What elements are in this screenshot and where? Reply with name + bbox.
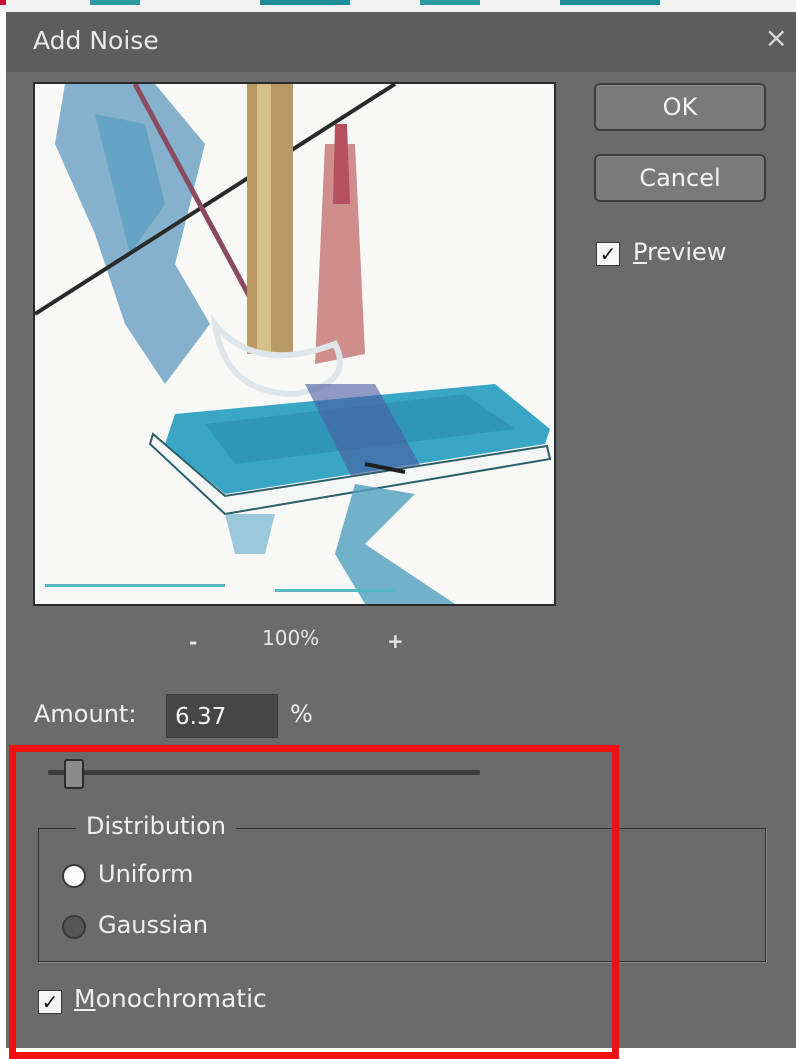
zoom-out-button[interactable]: - xyxy=(189,630,197,654)
zoom-in-button[interactable]: + xyxy=(387,629,404,653)
monochromatic-access-key: M xyxy=(74,984,96,1013)
uniform-radio[interactable] xyxy=(62,864,86,888)
close-icon[interactable]: × xyxy=(765,22,788,54)
preview-label-rest: review xyxy=(647,238,727,266)
preview-label[interactable]: Preview xyxy=(633,238,726,266)
monochromatic-label-rest: onochromatic xyxy=(95,984,267,1013)
preview-checkbox[interactable]: ✓ xyxy=(596,242,620,266)
preview-artwork xyxy=(35,84,554,604)
dialog-titlebar[interactable]: Add Noise × xyxy=(6,12,796,72)
monochromatic-label[interactable]: Monochromatic xyxy=(74,984,267,1013)
uniform-label[interactable]: Uniform xyxy=(98,860,193,888)
distribution-legend: Distribution xyxy=(76,812,237,840)
preview-image[interactable] xyxy=(33,82,556,606)
amount-slider-thumb[interactable] xyxy=(63,759,84,789)
amount-unit: % xyxy=(290,700,313,728)
zoom-level: 100% xyxy=(262,626,320,650)
cancel-button[interactable]: Cancel xyxy=(594,154,766,202)
background-strip xyxy=(0,0,796,12)
monochromatic-checkbox[interactable]: ✓ xyxy=(38,990,62,1014)
ok-button[interactable]: OK xyxy=(594,83,766,131)
amount-label: Amount: xyxy=(34,700,137,728)
gaussian-radio[interactable] xyxy=(62,915,86,939)
preview-access-key: P xyxy=(633,238,648,266)
dialog-title: Add Noise xyxy=(33,26,159,55)
amount-input[interactable]: 6.37 xyxy=(166,694,278,738)
amount-slider-track[interactable] xyxy=(48,770,480,775)
distribution-group xyxy=(38,828,766,962)
gaussian-label[interactable]: Gaussian xyxy=(98,911,208,939)
